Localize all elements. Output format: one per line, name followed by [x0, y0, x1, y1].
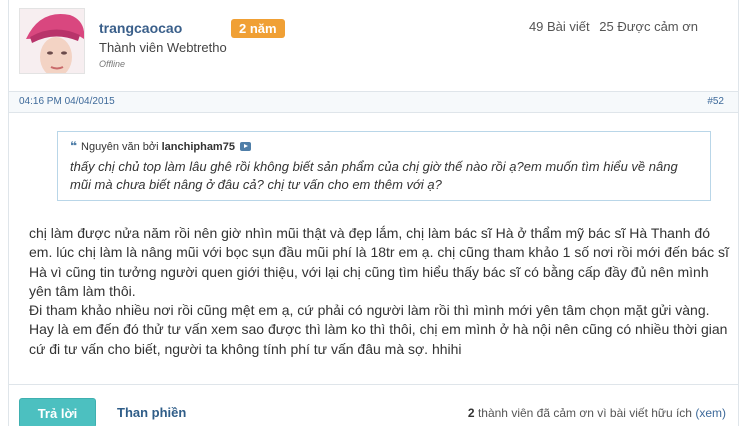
reply-button[interactable]: Trả lời — [19, 398, 96, 426]
quote-block: ❝ Nguyên văn bởi lanchipham75 thấy chị chủ… — [57, 131, 711, 201]
forum-post: trangcaocao 2 năm Thành viên Webtretho O… — [8, 0, 739, 426]
quote-author: lanchipham75 — [161, 141, 235, 153]
avatar-image — [20, 9, 84, 73]
post-count: 49 Bài viết — [528, 19, 590, 34]
user-stats: 49 Bài viết 25 Được cảm ơn — [523, 19, 698, 34]
quote-text: thấy chị chủ top làm lâu ghê rồi không b… — [70, 159, 678, 192]
post-message: chị làm được nửa năm rồi nên giờ nhìn mũ… — [29, 225, 729, 357]
thanks-text: thành viên đã cảm ơn vì bài viết hữu ích — [477, 406, 692, 420]
report-button[interactable]: Than phiền — [117, 405, 186, 420]
view-post-icon[interactable] — [239, 142, 251, 151]
post-footer: Trả lời Than phiền 2 thành viên đã cảm ơ… — [9, 384, 738, 426]
post-author-header: trangcaocao 2 năm Thành viên Webtretho O… — [9, 0, 738, 85]
quote-prefix: Nguyên văn bởi — [81, 141, 159, 153]
post-date: 04:16 PM 04/04/2015 — [19, 96, 115, 107]
thanks-count: 2 — [467, 406, 475, 420]
membership-badge: 2 năm — [231, 19, 285, 38]
online-status: Offline — [99, 59, 126, 69]
post-meta-bar: 04:16 PM 04/04/2015 #52 — [9, 91, 738, 113]
view-thanks-link[interactable]: (xem) — [695, 406, 726, 420]
thanks-summary: 2 thành viên đã cảm ơn vì bài viết hữu í… — [468, 406, 726, 420]
post-permalink[interactable]: #52 — [707, 96, 724, 107]
username-link[interactable]: trangcaocao — [99, 20, 182, 36]
avatar[interactable] — [19, 8, 85, 74]
quote-header: ❝ Nguyên văn bởi lanchipham75 — [70, 139, 251, 153]
quote-icon: ❝ — [70, 139, 78, 153]
user-rank: Thành viên Webtretho — [99, 40, 227, 55]
thanks-received: 25 Được cảm ơn — [599, 19, 698, 34]
